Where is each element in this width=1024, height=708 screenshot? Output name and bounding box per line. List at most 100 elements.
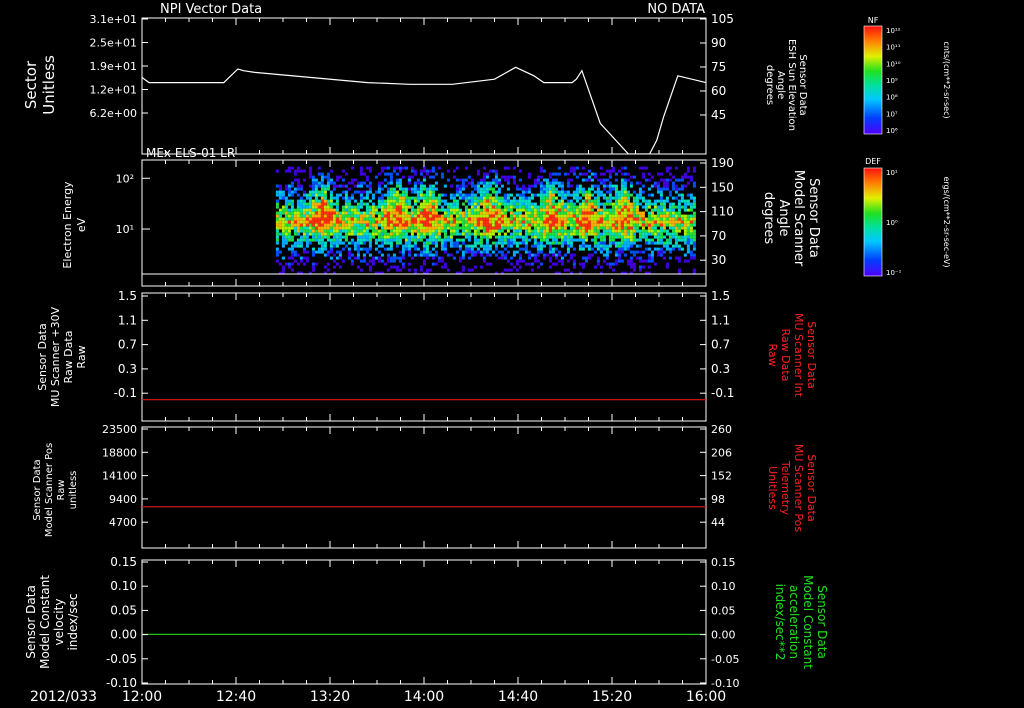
spectrogram-cell [368,244,372,248]
spectrogram-cell [365,217,369,221]
spectrogram-cell [305,193,309,197]
spectrogram-cell [638,214,642,218]
spectrogram-cell [671,187,675,191]
spectrogram-cell [392,196,396,200]
spectrogram-cell [527,232,531,236]
svg-text:Unitless: Unitless [40,55,58,115]
spectrogram-cell [602,208,606,212]
spectrogram-cell [620,181,624,185]
spectrogram-cell [287,184,291,188]
spectrogram-cell [581,235,585,239]
spectrogram-cell [332,214,336,218]
x-tick-label: 12:40 [216,689,256,705]
spectrogram-cell [353,217,357,221]
spectrogram-cell [581,238,585,242]
spectrogram-cell [602,238,606,242]
spectrogram-cell [674,214,678,218]
spectrogram-cell [470,217,474,221]
spectrogram-cell [596,262,600,266]
spectrogram-cell [434,253,438,257]
spectrogram-cell [548,226,552,230]
spectrogram-cell [470,220,474,224]
spectrogram-cell [314,184,318,188]
spectrogram-cell [527,250,531,254]
spectrogram-cell [566,178,570,182]
spectrogram-cell [596,205,600,209]
spectrogram-cell [311,190,315,194]
spectrogram-cell [422,220,426,224]
spectrogram-cell [494,202,498,206]
spectrogram-cell [323,265,327,269]
spectrogram-cell [398,226,402,230]
spectrogram-cell [383,235,387,239]
spectrogram-cell [464,229,468,233]
spectrogram-cell [617,226,621,230]
spectrogram-cell [545,214,549,218]
spectrogram-cell [338,241,342,245]
spectrogram-cell [638,244,642,248]
spectrogram-cell [623,202,627,206]
spectrogram-cell [557,223,561,227]
spectrogram-cell [503,241,507,245]
spectrogram-cell [392,193,396,197]
spectrogram-cell [455,238,459,242]
spectrogram-cell [692,256,696,260]
spectrogram-cell [452,211,456,215]
spectrogram-cell [446,214,450,218]
spectrogram-cell [386,211,390,215]
spectrogram-cell [416,205,420,209]
spectrogram-cell [386,220,390,224]
spectrogram-cell [395,244,399,248]
spectrogram-cell [686,232,690,236]
spectrogram-cell [452,244,456,248]
spectrogram-cell [398,229,402,233]
svg-text:Raw: Raw [766,343,779,366]
spectrogram-cell [281,235,285,239]
spectrogram-cell [593,196,597,200]
spectrogram-cell [275,202,279,206]
spectrogram-cell [611,184,615,188]
spectrogram-cell [668,211,672,215]
spectrogram-cell [617,193,621,197]
spectrogram-cell [614,199,618,203]
spectrogram-cell [482,196,486,200]
spectrogram-cell [392,220,396,224]
spectrogram-cell [542,202,546,206]
spectrogram-cell [617,229,621,233]
spectrogram-cell [629,256,633,260]
spectrogram-cell [506,250,510,254]
spectrogram-cell [380,241,384,245]
spectrogram-cell [347,232,351,236]
spectrogram-cell [581,172,585,176]
spectrogram-cell [647,226,651,230]
spectrogram-cell [326,268,330,272]
spectrogram-cell [443,220,447,224]
spectrogram-cell [641,229,645,233]
spectrogram-cell [683,235,687,239]
spectrogram-cell [275,217,279,221]
spectrogram-cell [491,187,495,191]
spectrogram-cell [581,214,585,218]
spectrogram-cell [677,247,681,251]
spectrogram-cell [647,199,651,203]
spectrogram-cell [671,220,675,224]
spectrogram-cell [290,244,294,248]
spectrogram-cell [545,226,549,230]
spectrogram-cell [371,232,375,236]
spectrogram-cell [410,166,414,170]
spectrogram-cell [584,256,588,260]
spectrogram-cell [668,190,672,194]
spectrogram-cell [665,247,669,251]
spectrogram-cell [455,220,459,224]
spectrogram-cell [527,229,531,233]
spectrogram-cell [362,217,366,221]
spectrogram-cell [503,220,507,224]
spectrogram-cell [404,238,408,242]
spectrogram-cell [434,229,438,233]
y-tick-right-label: 0.7 [711,338,730,352]
spectrogram-cell [386,235,390,239]
spectrogram-cell [614,217,618,221]
spectrogram-cell [401,226,405,230]
spectrogram-cell [350,220,354,224]
spectrogram-cell [392,256,396,260]
